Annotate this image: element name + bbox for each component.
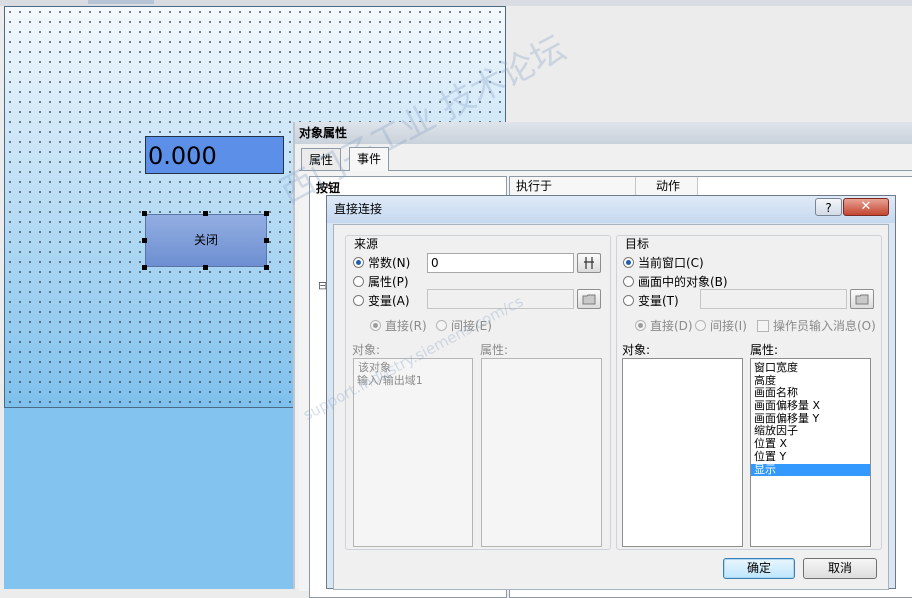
constant-value-input[interactable]: 0 <box>427 253 574 273</box>
source-object-list[interactable]: 该对象 输入/输出域1 <box>353 358 473 547</box>
list-item-selected[interactable]: 显示 <box>751 463 870 477</box>
target-group-title: 目标 <box>625 237 650 251</box>
selection-handle[interactable] <box>264 265 269 270</box>
source-tag-label[interactable]: 变量(A) <box>368 294 410 308</box>
direct-connection-dialog: 直接连接 ? ✕ 来源 常数(N) 0 属性(P) 变量(A) 直接(R) 间接… <box>326 195 896 590</box>
operator-input-message-checkbox[interactable] <box>757 320 769 332</box>
source-property-label[interactable]: 属性(P) <box>368 275 409 289</box>
source-direct-radio[interactable] <box>370 320 381 331</box>
workspace-background <box>506 6 912 122</box>
active-document-tab[interactable] <box>88 0 154 4</box>
source-constant-radio[interactable] <box>353 257 364 268</box>
selection-handle[interactable] <box>203 265 208 270</box>
target-property-list[interactable]: 窗口宽度 高度 画面名称 画面偏移量 X 画面偏移量 Y 缩放因子 位置 X 位… <box>750 358 871 547</box>
list-item[interactable]: 画面偏移量 X <box>751 399 870 413</box>
canvas-background-area <box>4 408 294 589</box>
source-object-label: 对象: <box>352 343 381 357</box>
target-direct-label[interactable]: 直接(D) <box>650 319 693 333</box>
list-item[interactable]: 窗口宽度 <box>751 361 870 375</box>
selection-handle[interactable] <box>142 265 147 270</box>
selection-handle[interactable] <box>203 211 208 216</box>
target-tag-input[interactable] <box>700 289 847 309</box>
source-direct-label[interactable]: 直接(R) <box>385 319 427 333</box>
ok-button[interactable]: 确定 <box>723 558 795 579</box>
target-object-label: 对象: <box>622 343 651 357</box>
selection-handle[interactable] <box>142 238 147 243</box>
source-indirect-label[interactable]: 间接(E) <box>451 319 492 333</box>
column-header-execute-on[interactable]: 执行于 <box>510 177 636 196</box>
source-property-list[interactable] <box>481 358 602 547</box>
target-object-list[interactable] <box>622 358 743 547</box>
folder-browse-icon[interactable] <box>577 289 601 309</box>
target-indirect-label[interactable]: 间接(I) <box>710 319 747 333</box>
selection-handle[interactable] <box>142 211 147 216</box>
selection-handle[interactable] <box>264 211 269 216</box>
dialog-close-button[interactable]: ✕ <box>843 198 889 216</box>
list-item[interactable]: 位置 Y <box>751 450 870 464</box>
help-button[interactable]: ? <box>815 198 842 216</box>
cancel-button[interactable]: 取消 <box>803 558 877 579</box>
source-property-radio[interactable] <box>353 276 364 287</box>
target-object-in-screen-radio[interactable] <box>623 276 634 287</box>
column-header-action[interactable]: 动作 <box>636 177 698 196</box>
tag-browse-icon[interactable] <box>577 253 601 273</box>
target-tag-label[interactable]: 变量(T) <box>638 294 679 308</box>
operator-input-message-label[interactable]: 操作员输入消息(O) <box>773 319 876 333</box>
dialog-title: 直接连接 <box>327 196 895 223</box>
target-object-in-screen-label[interactable]: 画面中的对象(B) <box>638 275 728 289</box>
target-direct-radio[interactable] <box>635 320 646 331</box>
selection-handle[interactable] <box>264 238 269 243</box>
source-property-list-label: 属性: <box>480 343 509 357</box>
tab-properties[interactable]: 属性 <box>301 148 342 170</box>
list-item[interactable]: 位置 X <box>751 437 870 451</box>
close-button[interactable]: 关闭 <box>145 214 267 267</box>
target-tag-radio[interactable] <box>623 295 634 306</box>
source-group-title: 来源 <box>354 237 379 251</box>
target-indirect-radio[interactable] <box>695 320 706 331</box>
list-item[interactable]: 该对象 <box>354 361 472 375</box>
source-indirect-radio[interactable] <box>436 320 447 331</box>
tab-events[interactable]: 事件 <box>349 147 390 171</box>
folder-browse-icon[interactable] <box>850 289 874 309</box>
source-tag-radio[interactable] <box>353 295 364 306</box>
target-property-list-label: 属性: <box>750 343 779 357</box>
list-item[interactable]: 输入/输出域1 <box>354 374 472 388</box>
target-current-window-radio[interactable] <box>623 257 634 268</box>
object-properties-title: 对象属性 <box>295 122 912 144</box>
tree-header: 按钮 <box>316 181 341 195</box>
dialog-body: 来源 常数(N) 0 属性(P) 变量(A) 直接(R) 间接(E) 对象: 属… <box>333 224 889 590</box>
source-constant-label[interactable]: 常数(N) <box>368 256 410 270</box>
target-current-window-label[interactable]: 当前窗口(C) <box>638 256 704 270</box>
io-field[interactable]: 0.000 <box>145 136 284 174</box>
source-tag-input[interactable] <box>427 289 574 309</box>
